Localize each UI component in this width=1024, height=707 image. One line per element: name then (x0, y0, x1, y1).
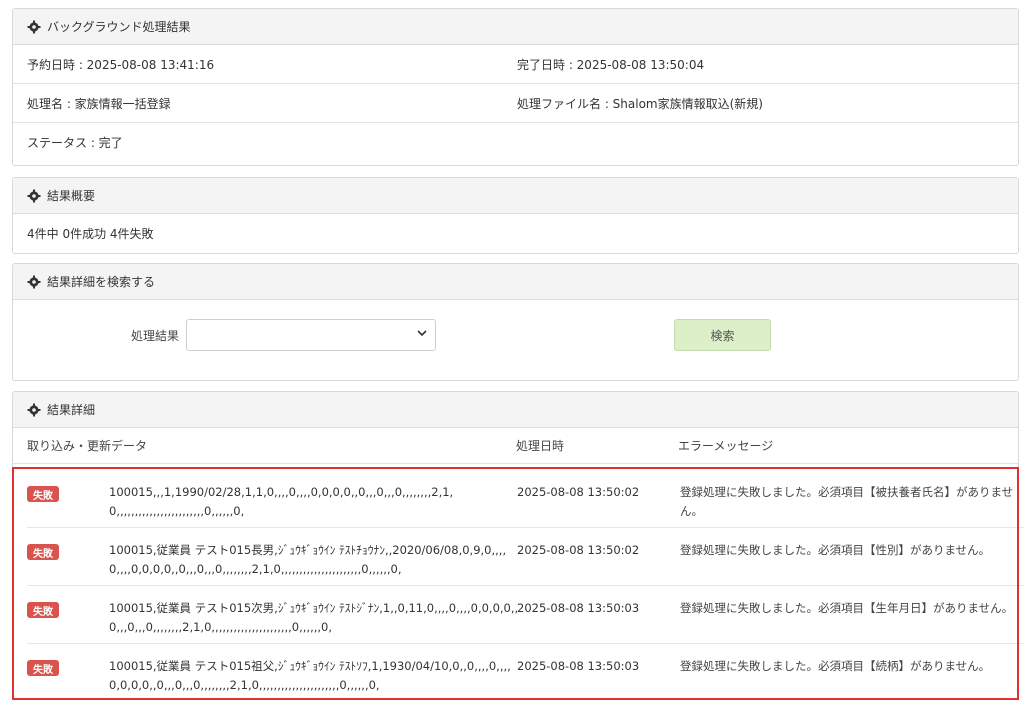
table-row: 失敗 100015,従業員 テスト015次男,ｼﾞｭｳｷﾞｮｳｲﾝ ﾃｽﾄｼﾞﾅ… (27, 586, 1024, 644)
summary-title: 結果概要 (47, 189, 96, 203)
row-data: 100015,,,1,1990/02/28,1,1,0,,,,0,,,,0,0,… (109, 485, 454, 518)
bg-row-process: 処理名 : 家族情報一括登録 処理ファイル名 : Shalom家族情報取込(新規… (13, 84, 1018, 123)
gear-icon (27, 20, 41, 33)
table-row: 失敗 100015,従業員 テスト015祖父,ｼﾞｭｳｷﾞｮｳｲﾝ ﾃｽﾄｿﾌ,… (27, 644, 1024, 702)
result-filter-select[interactable] (186, 319, 436, 351)
row-error: 登録処理に失敗しました。必須項目【生年月日】がありません。 (680, 601, 1014, 615)
gear-icon (27, 189, 41, 202)
search-button[interactable]: 検索 (674, 319, 771, 351)
row-datetime: 2025-08-08 13:50:03 (517, 601, 640, 615)
bg-result-heading: バックグラウンド処理結果 (13, 9, 1018, 45)
detail-heading: 結果詳細 (13, 392, 1018, 428)
fail-badge: 失敗 (27, 602, 59, 618)
process-file-name: 処理ファイル名 : Shalom家族情報取込(新規) (517, 96, 763, 111)
summary-panel: 結果概要 4件中 0件成功 4件失敗 (12, 177, 1019, 254)
search-body: 処理結果 検索 (13, 300, 1018, 380)
row-datetime: 2025-08-08 13:50:02 (517, 485, 640, 499)
detail-table-header: 取り込み・更新データ 処理日時 エラーメッセージ (13, 428, 1018, 464)
row-data: 100015,従業員 テスト015祖父,ｼﾞｭｳｷﾞｮｳｲﾝ ﾃｽﾄｿﾌ,1,1… (109, 659, 511, 692)
summary-heading: 結果概要 (13, 178, 1018, 214)
row-datetime: 2025-08-08 13:50:03 (517, 659, 640, 673)
chevron-down-icon (417, 330, 427, 337)
bg-result-title: バックグラウンド処理結果 (47, 20, 191, 34)
detail-title: 結果詳細 (47, 403, 96, 417)
bg-row-status: ステータス : 完了 (13, 123, 1018, 162)
bg-row-dates: 予約日時 : 2025-08-08 13:41:16 完了日時 : 2025-0… (13, 45, 1018, 84)
process-name: 処理名 : 家族情報一括登録 (27, 96, 171, 111)
row-error: 登録処理に失敗しました。必須項目【被扶養者氏名】がありません。 (680, 485, 1014, 518)
gear-icon (27, 275, 41, 288)
search-title: 結果詳細を検索する (47, 275, 156, 289)
gear-icon (27, 403, 41, 416)
header-data: 取り込み・更新データ (27, 439, 148, 453)
row-data: 100015,従業員 テスト015長男,ｼﾞｭｳｷﾞｮｳｲﾝ ﾃｽﾄﾁｮｳﾅﾝ,… (109, 543, 507, 576)
completed-datetime: 完了日時 : 2025-08-08 13:50:04 (517, 57, 705, 72)
status-text: ステータス : 完了 (27, 136, 123, 150)
summary-row: 4件中 0件成功 4件失敗 (13, 214, 1018, 253)
detail-panel: 結果詳細 取り込み・更新データ 処理日時 エラーメッセージ 失敗 100015,… (12, 391, 1024, 701)
result-filter-label: 処理結果 (131, 329, 180, 343)
row-data: 100015,従業員 テスト015次男,ｼﾞｭｳｷﾞｮｳｲﾝ ﾃｽﾄｼﾞﾅﾝ,1… (109, 601, 519, 634)
header-error: エラーメッセージ (678, 439, 774, 453)
row-error: 登録処理に失敗しました。必須項目【続柄】がありません。 (680, 659, 991, 673)
table-row: 失敗 100015,従業員 テスト015長男,ｼﾞｭｳｷﾞｮｳｲﾝ ﾃｽﾄﾁｮｳ… (27, 528, 1024, 586)
search-heading: 結果詳細を検索する (13, 264, 1018, 300)
row-error: 登録処理に失敗しました。必須項目【性別】がありません。 (680, 543, 991, 557)
summary-text: 4件中 0件成功 4件失敗 (27, 227, 154, 241)
table-row: 失敗 100015,,,1,1990/02/28,1,1,0,,,,0,,,,0… (27, 470, 1024, 528)
scheduled-datetime: 予約日時 : 2025-08-08 13:41:16 (27, 57, 215, 72)
bg-result-panel: バックグラウンド処理結果 予約日時 : 2025-08-08 13:41:16 … (12, 8, 1019, 166)
search-panel: 結果詳細を検索する 処理結果 検索 (12, 263, 1019, 381)
fail-badge: 失敗 (27, 660, 59, 676)
fail-badge: 失敗 (27, 486, 59, 502)
row-datetime: 2025-08-08 13:50:02 (517, 543, 640, 557)
fail-badge: 失敗 (27, 544, 59, 560)
header-datetime: 処理日時 (516, 439, 565, 453)
